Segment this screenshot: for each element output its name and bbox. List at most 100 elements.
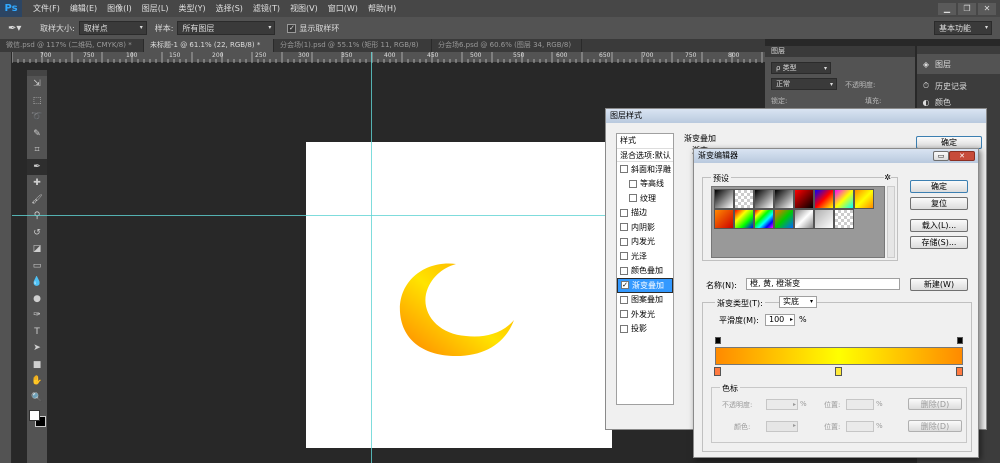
gear-icon[interactable]: ✲ bbox=[884, 173, 891, 182]
sample-select[interactable]: 所有图层 ▾ bbox=[177, 21, 276, 35]
hand-tool-icon[interactable]: ✋ bbox=[27, 373, 47, 390]
color-stop-right[interactable] bbox=[956, 367, 963, 376]
style-inner-shadow[interactable]: 内阴影 bbox=[617, 220, 673, 235]
menu-help[interactable]: 帮助(H) bbox=[368, 3, 396, 14]
crop-tool-icon[interactable]: ⌗ bbox=[27, 142, 47, 159]
styles-list: 样式 混合选项:默认 斜面和浮雕 等高线 纹理 描边 内阴影 内发光 光泽 颜色… bbox=[616, 133, 674, 405]
preset-swatch[interactable] bbox=[794, 189, 814, 209]
preset-swatch[interactable] bbox=[814, 209, 834, 229]
new-gradient-button[interactable]: 新建(W) bbox=[910, 278, 968, 291]
opacity-stop-right[interactable] bbox=[957, 337, 963, 344]
gradient-name-input[interactable]: 橙, 黄, 橙渐变 bbox=[746, 278, 900, 290]
show-ring-label: 显示取样环 bbox=[299, 23, 340, 33]
layers-panel-title: 图层 bbox=[765, 46, 915, 57]
dock-item-history[interactable]: ⏱ 历史记录 bbox=[917, 78, 1000, 94]
menu-window[interactable]: 窗口(W) bbox=[328, 3, 358, 14]
menu-filter[interactable]: 滤镜(T) bbox=[253, 3, 280, 14]
preset-swatch[interactable] bbox=[774, 209, 794, 229]
pen-tool-icon[interactable]: ✑ bbox=[27, 307, 47, 324]
gradient-tool-icon[interactable]: ▭ bbox=[27, 258, 47, 275]
save-button[interactable]: 存储(S)... bbox=[910, 236, 968, 249]
eraser-tool-icon[interactable]: ◪ bbox=[27, 241, 47, 258]
history-brush-tool-icon[interactable]: ↺ bbox=[27, 225, 47, 242]
restore-icon[interactable]: ▭ bbox=[933, 151, 949, 161]
preset-swatch[interactable] bbox=[794, 209, 814, 229]
foreground-color-swatch[interactable] bbox=[29, 410, 40, 421]
menu-type[interactable]: 类型(Y) bbox=[178, 3, 205, 14]
blend-mode-select[interactable]: 正常 ▾ bbox=[771, 78, 837, 90]
doc-tab-active[interactable]: 未标题-1 @ 61.1% (22, RGB/8) * bbox=[144, 39, 274, 52]
workspace-select[interactable]: 基本功能 ▾ bbox=[934, 21, 992, 35]
preset-swatch[interactable] bbox=[834, 209, 854, 229]
marquee-tool-icon[interactable]: ⬚ bbox=[27, 93, 47, 110]
style-bevel[interactable]: 斜面和浮雕 bbox=[617, 162, 673, 177]
blend-options-item[interactable]: 混合选项:默认 bbox=[617, 148, 673, 162]
eyedropper-tool-icon[interactable]: ✒▾ bbox=[8, 23, 30, 34]
healing-tool-icon[interactable]: ✚ bbox=[27, 175, 47, 192]
rectangle-tool-icon[interactable]: ■ bbox=[27, 357, 47, 374]
close-icon[interactable]: ✕ bbox=[949, 151, 975, 161]
style-outer-glow[interactable]: 外发光 bbox=[617, 307, 673, 322]
clone-tool-icon[interactable]: ⚲ bbox=[27, 208, 47, 225]
brush-tool-icon[interactable]: 🖌 bbox=[27, 192, 47, 209]
menu-select[interactable]: 选择(S) bbox=[216, 3, 243, 14]
style-pattern-overlay[interactable]: 图案叠加 bbox=[617, 293, 673, 308]
presets-scrollbar[interactable] bbox=[887, 186, 895, 258]
doc-tab[interactable]: 分会场6.psd @ 60.6% (图层 34, RGB/8) bbox=[432, 39, 582, 52]
ruler-label: 150 bbox=[169, 52, 181, 59]
zoom-tool-icon[interactable]: 🔍 bbox=[27, 390, 47, 407]
lasso-tool-icon[interactable]: ➰ bbox=[27, 109, 47, 126]
menu-file[interactable]: 文件(F) bbox=[33, 3, 60, 14]
gradient-ok-button[interactable]: 确定 bbox=[910, 180, 968, 193]
sample-size-select[interactable]: 取样点 ▾ bbox=[78, 21, 147, 35]
style-color-overlay[interactable]: 颜色叠加 bbox=[617, 264, 673, 279]
style-contour[interactable]: 等高线 bbox=[617, 177, 673, 192]
restore-icon[interactable]: ❐ bbox=[958, 2, 976, 15]
preset-swatch[interactable] bbox=[754, 189, 774, 209]
menu-image[interactable]: 图像(I) bbox=[107, 3, 132, 14]
smoothness-input[interactable]: 100 ▸ bbox=[765, 314, 795, 326]
menu-view[interactable]: 视图(V) bbox=[290, 3, 318, 14]
gradient-preview-bar[interactable] bbox=[715, 347, 963, 365]
layer-kind-filter[interactable]: ρ 类型 ▾ bbox=[771, 62, 831, 74]
style-drop-shadow[interactable]: 投影 bbox=[617, 322, 673, 337]
minimize-icon[interactable]: ▁ bbox=[938, 2, 956, 15]
menu-edit[interactable]: 编辑(E) bbox=[70, 3, 97, 14]
canvas-document[interactable] bbox=[306, 142, 612, 448]
path-select-tool-icon[interactable]: ➤ bbox=[27, 340, 47, 357]
blur-tool-icon[interactable]: 💧 bbox=[27, 274, 47, 291]
ruler-label: 450 bbox=[427, 52, 439, 59]
preset-swatch[interactable] bbox=[834, 189, 854, 209]
menu-layer[interactable]: 图层(L) bbox=[142, 3, 169, 14]
preset-swatch[interactable] bbox=[714, 189, 734, 209]
styles-header[interactable]: 样式 bbox=[617, 134, 673, 148]
preset-swatch[interactable] bbox=[814, 189, 834, 209]
eyedropper-tool-icon[interactable]: ✒ bbox=[27, 158, 47, 175]
preset-swatch[interactable] bbox=[774, 189, 794, 209]
style-gradient-overlay[interactable]: ✓ 渐变叠加 bbox=[617, 278, 673, 293]
color-stop-left[interactable] bbox=[714, 367, 721, 376]
load-button[interactable]: 载入(L)... bbox=[910, 219, 968, 232]
style-inner-glow[interactable]: 内发光 bbox=[617, 235, 673, 250]
style-texture[interactable]: 纹理 bbox=[617, 191, 673, 206]
type-tool-icon[interactable]: T bbox=[27, 324, 47, 341]
preset-swatch[interactable] bbox=[854, 189, 874, 209]
reset-button[interactable]: 复位 bbox=[910, 197, 968, 210]
preset-swatch[interactable] bbox=[734, 189, 754, 209]
show-ring-checkbox[interactable]: ✓ 显示取样环 bbox=[287, 23, 339, 34]
dodge-tool-icon[interactable]: ● bbox=[27, 291, 47, 308]
close-icon[interactable]: ✕ bbox=[978, 2, 996, 15]
style-satin[interactable]: 光泽 bbox=[617, 249, 673, 264]
style-stroke[interactable]: 描边 bbox=[617, 206, 673, 221]
preset-swatch[interactable] bbox=[754, 209, 774, 229]
quick-select-tool-icon[interactable]: ✎ bbox=[27, 126, 47, 143]
preset-swatch[interactable] bbox=[734, 209, 754, 229]
doc-tab[interactable]: 分会场(1).psd @ 55.1% (矩形 11, RGB/8) bbox=[274, 39, 432, 52]
doc-tab[interactable]: 微信.psd @ 117% (二维码, CMYK/8) * bbox=[0, 39, 144, 52]
dock-item-layers[interactable]: ◈ 图层 bbox=[917, 54, 1000, 74]
move-tool-icon[interactable]: ⇲ bbox=[27, 76, 47, 93]
opacity-stop-left[interactable] bbox=[715, 337, 721, 344]
preset-swatch[interactable] bbox=[714, 209, 734, 229]
gradient-type-select[interactable]: 实底 ▾ bbox=[779, 296, 817, 308]
color-stop-middle[interactable] bbox=[835, 367, 842, 376]
